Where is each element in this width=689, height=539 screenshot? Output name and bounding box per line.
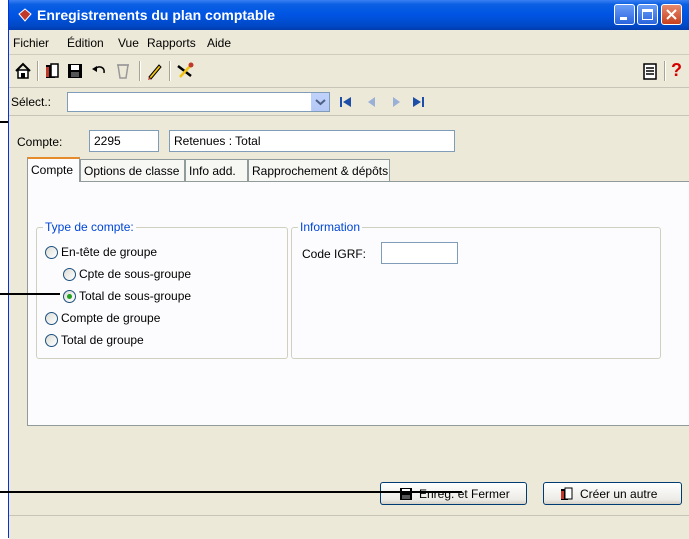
toolbar-separator (169, 61, 171, 81)
radio-cpte-de-sous-groupe[interactable] (63, 268, 76, 281)
title-bar[interactable]: Enregistrements du plan comptable (9, 0, 689, 30)
first-record-icon[interactable] (339, 95, 353, 109)
radio-label-cpte-de-sous-groupe: Cpte de sous-groupe (79, 267, 192, 281)
create-other-button[interactable]: Créer un autre (543, 482, 682, 505)
toolbar-separator (664, 61, 666, 81)
select-label: Sélect.: (11, 95, 52, 109)
radio-total-de-sous-groupe[interactable] (63, 290, 76, 303)
create-other-label: Créer un autre (580, 487, 658, 501)
radio-label-total-de-groupe: Total de groupe (61, 333, 144, 347)
callout-line-radio (0, 293, 60, 295)
radio-total-de-groupe[interactable] (45, 334, 58, 347)
pencil-icon[interactable] (145, 61, 165, 81)
close-icon (666, 9, 677, 20)
information-group: Information Code IGRF: (291, 220, 661, 359)
account-name-field[interactable]: Retenues : Total (169, 130, 455, 152)
tools-icon[interactable] (175, 61, 195, 81)
next-record-icon[interactable] (389, 95, 403, 109)
save-and-close-button[interactable]: Enreg. et Fermer (380, 482, 527, 505)
radio-label-en-tete-de-groupe: En-tête de groupe (61, 245, 158, 259)
home-icon[interactable] (13, 61, 33, 81)
undo-icon[interactable] (89, 61, 109, 81)
save-icon[interactable] (65, 61, 85, 81)
menu-fichier[interactable]: Fichier (13, 36, 49, 50)
previous-record-icon[interactable] (365, 95, 379, 109)
last-record-icon[interactable] (411, 95, 425, 109)
radio-selected-dot (67, 294, 72, 299)
menu-edition[interactable]: Édition (67, 36, 104, 50)
menu-aide[interactable]: Aide (207, 36, 231, 50)
report-icon[interactable] (640, 61, 660, 81)
radio-label-compte-de-groupe: Compte de groupe (61, 311, 161, 325)
callout-line-button (0, 491, 462, 493)
information-legend: Information (298, 220, 363, 234)
chevron-down-icon (315, 99, 326, 106)
radio-compte-de-groupe[interactable] (45, 312, 58, 325)
maximize-button[interactable] (637, 4, 658, 25)
new-record-icon (561, 487, 573, 500)
open-folder-icon[interactable] (42, 61, 62, 81)
account-record-window: Enregistrements du plan comptable Fichie… (8, 0, 689, 539)
radio-en-tete-de-groupe[interactable] (45, 246, 58, 259)
account-type-group: Type de compte: En-tête de groupe Cpte d… (36, 220, 288, 359)
account-number-field[interactable]: 2295 (89, 130, 159, 152)
record-select-dropdown-button[interactable] (311, 93, 329, 111)
tab-info-add[interactable]: Info add. (185, 159, 248, 181)
toolbar-separator (37, 61, 39, 81)
radio-label-total-de-sous-groupe: Total de sous-groupe (79, 289, 192, 303)
save-icon (400, 488, 412, 500)
help-icon[interactable]: ? (671, 60, 682, 81)
tab-compte[interactable]: Compte (27, 157, 80, 182)
account-label: Compte: (17, 135, 63, 149)
code-igrf-label: Code IGRF: (302, 247, 367, 261)
close-button[interactable] (661, 4, 682, 25)
status-bar (9, 515, 689, 539)
tab-options-de-classe[interactable]: Options de classe (80, 159, 185, 181)
app-icon (18, 8, 32, 22)
account-number-value: 2295 (94, 134, 121, 148)
minimize-icon (620, 17, 627, 20)
delete-icon[interactable] (113, 61, 133, 81)
window-title: Enregistrements du plan comptable (37, 7, 276, 23)
minimize-button[interactable] (614, 4, 635, 25)
record-select[interactable] (67, 92, 330, 112)
toolbar: ? (9, 55, 689, 88)
account-type-legend: Type de compte: (43, 220, 136, 234)
menu-bar: Fichier Édition Vue Rapports Aide (9, 30, 689, 55)
code-igrf-field[interactable] (381, 242, 458, 264)
select-bar: Sélect.: (9, 89, 689, 116)
account-name-value: Retenues : Total (174, 134, 261, 148)
maximize-icon (642, 9, 653, 20)
save-and-close-label: Enreg. et Fermer (419, 487, 510, 501)
tab-panel-compte: Type de compte: En-tête de groupe Cpte d… (27, 181, 689, 426)
menu-rapports[interactable]: Rapports (147, 36, 196, 50)
tab-rapprochement-depots[interactable]: Rapprochement & dépôts (248, 159, 390, 181)
menu-vue[interactable]: Vue (118, 36, 139, 50)
toolbar-separator (139, 61, 141, 81)
